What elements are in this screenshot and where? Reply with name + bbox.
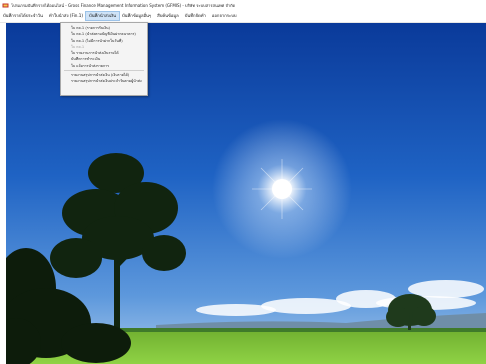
window-title: โปรแกรมบันทึกรายได้ออนไลน์ - Gross Finan… xyxy=(11,2,236,8)
dropdown-separator xyxy=(64,70,144,72)
title-bar: โปรแกรมบันทึกรายได้ออนไลน์ - Gross Finan… xyxy=(0,0,486,10)
menu-item-search[interactable]: สืบค้นข้อมูล xyxy=(154,12,182,20)
remit-money-dropdown: ใบ กค.1 (รายการรับเงิน) ใบ กค.1 (นำส่งตา… xyxy=(60,22,148,96)
menu-item-daily-income[interactable]: บันทึกรายได้ประจำวัน xyxy=(0,12,46,20)
menu-item-remittance-form[interactable]: ทำใบนำส่ง (Fin.1) xyxy=(46,12,86,20)
dropdown-item-notify-remit[interactable]: ใบ แจ้งการนำส่งรายการ xyxy=(61,63,147,69)
menu-item-records[interactable]: บันทึกจัดทำ xyxy=(182,12,209,20)
dropdown-item-daily-summary[interactable]: รายงานสรุปการนำส่งเงินประจำวันตามผู้นำส่… xyxy=(61,78,147,84)
menu-item-other-data[interactable]: บันทึกข้อมูลอื่นๆ xyxy=(119,12,154,20)
menu-item-remit-money[interactable]: บันทึกนำส่งเงิน xyxy=(85,11,121,21)
dropdown-item-bank-deposit[interactable]: ใบ กค.1 (นำส่งตามบัญชีเงินฝากธนาคาร) xyxy=(61,31,147,37)
menu-item-exit[interactable]: ออกจากระบบ xyxy=(209,12,240,20)
money-icon xyxy=(2,2,9,9)
